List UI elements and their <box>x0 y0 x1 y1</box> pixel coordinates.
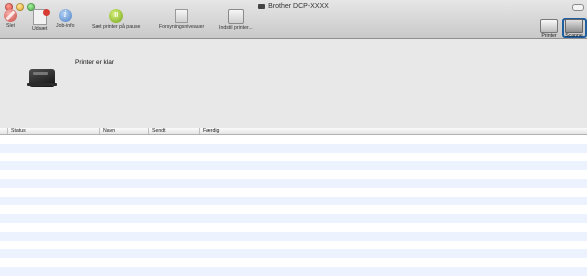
toolbar-toggle-button[interactable] <box>572 4 584 11</box>
table-row <box>0 222 587 232</box>
printer-icon-large <box>27 69 57 87</box>
window-title-text: Brother DCP-XXXX <box>268 3 329 10</box>
supply-levels-label: Forsyningsniveauer <box>159 24 205 30</box>
printer-title-icon <box>258 4 266 9</box>
printer-setup-icon <box>227 9 244 24</box>
table-row <box>0 231 587 241</box>
printer-status-text: Printer er klar <box>75 59 115 66</box>
job-info-button[interactable]: i Job-info <box>56 9 74 29</box>
table-row <box>0 170 587 179</box>
column-header-name[interactable]: Navn <box>99 128 151 134</box>
table-row <box>0 214 587 223</box>
table-row <box>0 258 587 267</box>
delete-label: Slet <box>6 23 15 29</box>
info-icon: i <box>58 9 72 22</box>
supply-levels-button[interactable]: Forsyningsniveauer <box>159 9 204 30</box>
job-table-header: Status Navn Sendt Færdig <box>0 128 587 135</box>
printer-icon <box>540 19 558 33</box>
table-row <box>0 187 587 197</box>
hold-icon <box>32 9 50 25</box>
table-row <box>0 135 587 144</box>
hold-button[interactable]: Udsæt <box>32 9 50 32</box>
table-row <box>0 178 587 188</box>
pause-printer-button[interactable]: II Sæt printer på pause <box>92 9 140 30</box>
toolbar: Brother DCP-XXXX Slet Udsæt i Job-info I… <box>0 0 587 39</box>
job-info-label: Job-info <box>56 23 75 29</box>
table-row <box>0 152 587 162</box>
hold-label: Udsæt <box>32 26 48 32</box>
column-header-status[interactable]: Status <box>7 128 99 134</box>
table-row <box>0 205 587 215</box>
delete-button[interactable]: Slet <box>4 9 17 29</box>
table-row <box>0 266 587 276</box>
column-header-sent[interactable]: Sendt <box>148 128 202 134</box>
pause-icon: II <box>109 9 124 23</box>
printer-setup-button[interactable]: Indstil printer... <box>219 9 253 31</box>
printer-status-area: Printer er klar <box>0 39 587 129</box>
table-row <box>0 196 587 206</box>
delete-icon <box>4 9 17 22</box>
job-table-body <box>0 135 587 276</box>
supply-levels-icon <box>175 9 189 23</box>
printer-setup-label: Indstil printer... <box>219 25 253 31</box>
table-row <box>0 240 587 250</box>
scanner-icon <box>565 19 583 33</box>
table-row <box>0 143 587 153</box>
scanner-tab-button[interactable]: Scanne <box>563 19 585 39</box>
printer-tab-button[interactable]: Printer <box>538 19 560 39</box>
table-row <box>0 161 587 171</box>
window-title: Brother DCP-XXXX <box>0 3 587 10</box>
column-header-finished[interactable]: Færdig <box>199 128 587 134</box>
pause-printer-label: Sæt printer på pause <box>92 24 141 30</box>
printer-queue-window: Brother DCP-XXXX Slet Udsæt i Job-info I… <box>0 0 587 276</box>
table-row <box>0 249 587 259</box>
